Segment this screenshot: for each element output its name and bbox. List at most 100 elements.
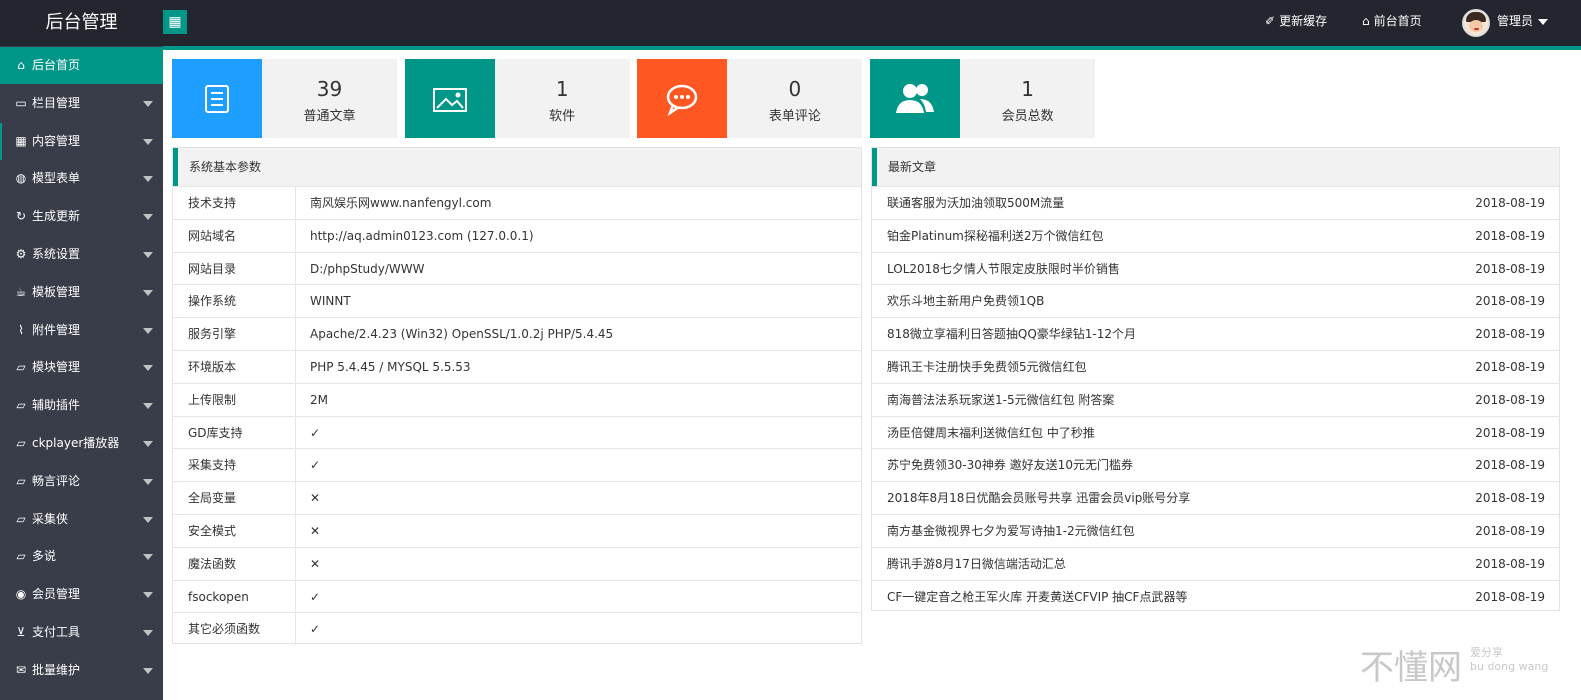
sidebar-item[interactable]: ◉ 会员管理 bbox=[0, 576, 163, 613]
caret-down-icon bbox=[143, 667, 153, 674]
sidebar-item[interactable]: ▱ 模块管理 bbox=[0, 349, 163, 386]
list-item[interactable]: 铂金Platinum探秘福利送2万个微信红包 2018-08-19 bbox=[872, 218, 1559, 252]
stat-card[interactable]: 0 表单评论 bbox=[637, 59, 863, 138]
param-key: 网站目录 bbox=[173, 252, 296, 285]
article-date: 2018-08-19 bbox=[1475, 392, 1545, 407]
menu-toggle-button[interactable]: ▦ bbox=[163, 10, 187, 34]
stat-number: 1 bbox=[555, 77, 569, 101]
list-item[interactable]: 汤臣倍健周末福利送微信红包 中了秒推 2018-08-19 bbox=[872, 415, 1559, 449]
sidebar-item[interactable]: ▦ 内容管理 bbox=[0, 122, 163, 160]
refresh-icon: ↻ bbox=[15, 209, 27, 224]
table-row: 环境版本 PHP 5.4.45 / MYSQL 5.5.53 bbox=[173, 350, 861, 383]
article-date: 2018-08-19 bbox=[1475, 261, 1545, 276]
article-title-link[interactable]: 南海普法法系玩家送1-5元微信红包 附答案 bbox=[887, 384, 1114, 416]
sidebar-item[interactable]: ◍ 模型表单 bbox=[0, 160, 163, 197]
front-home-link[interactable]: ⌂ 前台首页 bbox=[1362, 0, 1422, 46]
table-row: 操作系统 WINNT bbox=[173, 284, 861, 318]
sidebar-item[interactable]: ✉ 批量维护 bbox=[0, 652, 163, 689]
sidebar-item-label: 畅言评论 bbox=[32, 473, 81, 488]
article-title-link[interactable]: 2018年8月18日优酷会员账号共享 迅雷会员vip账号分享 bbox=[887, 482, 1190, 514]
list-item[interactable]: 南海普法法系玩家送1-5元微信红包 附答案 2018-08-19 bbox=[872, 382, 1559, 416]
stat-label: 表单评论 bbox=[768, 109, 821, 124]
table-row: 其它必须函数 ✓ bbox=[173, 612, 861, 646]
list-item[interactable]: 818微立享福利日答题抽QQ豪华绿钻1-12个月 2018-08-19 bbox=[872, 317, 1559, 350]
param-value: ✓ bbox=[310, 425, 321, 440]
list-item[interactable]: 联通客服为沃加油领取500M流量 2018-08-19 bbox=[872, 186, 1559, 219]
sidebar-item[interactable]: ⌂ 后台首页 bbox=[0, 47, 163, 84]
param-value: 南风娱乐网www.nanfengyl.com bbox=[310, 196, 492, 210]
article-date: 2018-08-19 bbox=[1475, 196, 1545, 210]
sidebar-item[interactable]: ⚙ 系统设置 bbox=[0, 236, 163, 273]
list-item[interactable]: 腾讯王卡注册快手免费领5元微信红包 2018-08-19 bbox=[872, 350, 1559, 383]
article-title-link[interactable]: 818微立享福利日答题抽QQ豪华绿钻1-12个月 bbox=[887, 318, 1136, 350]
refresh-cache-link[interactable]: ✐ 更新缓存 bbox=[1265, 0, 1327, 46]
sidebar-item[interactable]: ▱ 辅助插件 bbox=[0, 387, 163, 424]
article-date: 2018-08-19 bbox=[1475, 491, 1545, 506]
param-value: ✓ bbox=[310, 622, 321, 637]
gear-icon: ⚙ bbox=[15, 247, 27, 261]
stat-card[interactable]: 1 会员总数 bbox=[870, 59, 1096, 138]
list-item[interactable]: 苏宁免费领30-30神券 邀好友送10元无门槛券 2018-08-19 bbox=[872, 448, 1559, 481]
sidebar-item-label: 生成更新 bbox=[32, 209, 81, 224]
watermark-logo: 不懂网 爱分享 bu dong wang bbox=[1360, 646, 1549, 688]
param-key: 技术支持 bbox=[173, 187, 296, 219]
stat-card[interactable]: 39 普通文章 bbox=[172, 59, 397, 138]
article-title-link[interactable]: 欢乐斗地主新用户免费领1QB bbox=[887, 285, 1044, 317]
caret-down-icon bbox=[143, 630, 153, 636]
param-value: D:/phpStudy/WWW bbox=[310, 261, 425, 276]
stat-label: 普通文章 bbox=[303, 109, 356, 124]
article-title-link[interactable]: LOL2018七夕情人节限定皮肤限时半价销售 bbox=[887, 253, 1120, 285]
folder-icon: ▱ bbox=[16, 473, 26, 488]
avatar[interactable] bbox=[1462, 9, 1490, 37]
sidebar-item[interactable]: ☕ 模板管理 bbox=[0, 274, 163, 311]
param-key: 安全模式 bbox=[173, 515, 296, 547]
article-title-link[interactable]: 铂金Platinum探秘福利送2万个微信红包 bbox=[887, 220, 1104, 252]
caret-down-icon bbox=[143, 289, 153, 296]
article-title-link[interactable]: 南方基金微视界七夕为爱写诗抽1-2元微信红包 bbox=[887, 515, 1135, 547]
sidebar-item[interactable]: ▭ 栏目管理 bbox=[0, 85, 163, 122]
stat-card[interactable]: 1 软件 bbox=[404, 59, 630, 138]
table-row: 网站域名 http://aq.admin0123.com (127.0.0.1) bbox=[173, 218, 861, 252]
mail-icon: ✉ bbox=[15, 662, 27, 677]
sidebar-item[interactable]: ▱ 采集侠 bbox=[0, 501, 163, 538]
folder-icon: ▱ bbox=[16, 549, 26, 564]
sidebar-item-label: ckplayer播放器 bbox=[32, 436, 120, 450]
caret-down-icon bbox=[143, 403, 153, 410]
param-value: ✓ bbox=[310, 458, 321, 473]
sidebar-item[interactable]: ▱ 多说 bbox=[0, 538, 163, 575]
article-title-link[interactable]: 腾讯王卡注册快手免费领5元微信红包 bbox=[887, 351, 1087, 383]
table-row: 采集支持 ✓ bbox=[173, 448, 861, 482]
list-item[interactable]: 欢乐斗地主新用户免费领1QB 2018-08-19 bbox=[872, 284, 1559, 317]
article-icon bbox=[172, 59, 262, 138]
list-item[interactable]: 腾讯手游8月17日微信端活动汇总 2018-08-19 bbox=[872, 546, 1559, 580]
article-title-link[interactable]: 苏宁免费领30-30神券 邀好友送10元无门槛券 bbox=[887, 449, 1133, 481]
globe-icon: ◍ bbox=[15, 171, 27, 186]
stat-label: 软件 bbox=[549, 109, 576, 124]
caret-down-icon bbox=[143, 516, 153, 523]
caret-down-icon bbox=[143, 365, 153, 372]
sidebar-item[interactable]: ⌇ 附件管理 bbox=[0, 312, 163, 349]
sidebar-item[interactable]: ⊻ 支付工具 bbox=[0, 614, 163, 651]
sidebar-item[interactable]: ▱ 畅言评论 bbox=[0, 463, 163, 500]
user-menu[interactable]: 管理员 bbox=[1497, 0, 1533, 46]
article-title-link[interactable]: 联通客服为沃加油领取500M流量 bbox=[887, 187, 1064, 219]
table-row: 技术支持 南风娱乐网www.nanfengyl.com bbox=[173, 186, 861, 219]
param-key: fsockopen bbox=[173, 580, 296, 613]
sidebar-item[interactable]: ▱ ckplayer播放器 bbox=[0, 425, 163, 462]
article-title-link[interactable]: 腾讯手游8月17日微信端活动汇总 bbox=[887, 548, 1066, 580]
article-date: 2018-08-19 bbox=[1475, 360, 1545, 374]
table-row: fsockopen ✓ bbox=[173, 579, 861, 613]
list-item[interactable]: 南方基金微视界七夕为爱写诗抽1-2元微信红包 2018-08-19 bbox=[872, 514, 1559, 547]
folder-icon: ▱ bbox=[16, 436, 26, 450]
eraser-icon: ✐ bbox=[1265, 14, 1276, 28]
sidebar-item[interactable]: ↻ 生成更新 bbox=[0, 198, 163, 235]
sidebar-item-label: 模块管理 bbox=[32, 360, 81, 375]
list-item[interactable]: CF一键定音之枪王军火库 开麦黄送CFVIP 抽CF点武器等 2018-08-19 bbox=[872, 579, 1559, 613]
param-key: 采集支持 bbox=[173, 449, 296, 482]
article-title-link[interactable]: CF一键定音之枪王军火库 开麦黄送CFVIP 抽CF点武器等 bbox=[887, 581, 1187, 613]
list-item[interactable]: 2018年8月18日优酷会员账号共享 迅雷会员vip账号分享 2018-08-19 bbox=[872, 481, 1559, 514]
folder-icon: ▱ bbox=[16, 511, 26, 526]
list-item[interactable]: LOL2018七夕情人节限定皮肤限时半价销售 2018-08-19 bbox=[872, 251, 1559, 285]
top-header: 后台管理 ▦ ✐ 更新缓存 ⌂ 前台首页 管理员 bbox=[0, 0, 1581, 46]
article-title-link[interactable]: 汤臣倍健周末福利送微信红包 中了秒推 bbox=[887, 417, 1095, 449]
